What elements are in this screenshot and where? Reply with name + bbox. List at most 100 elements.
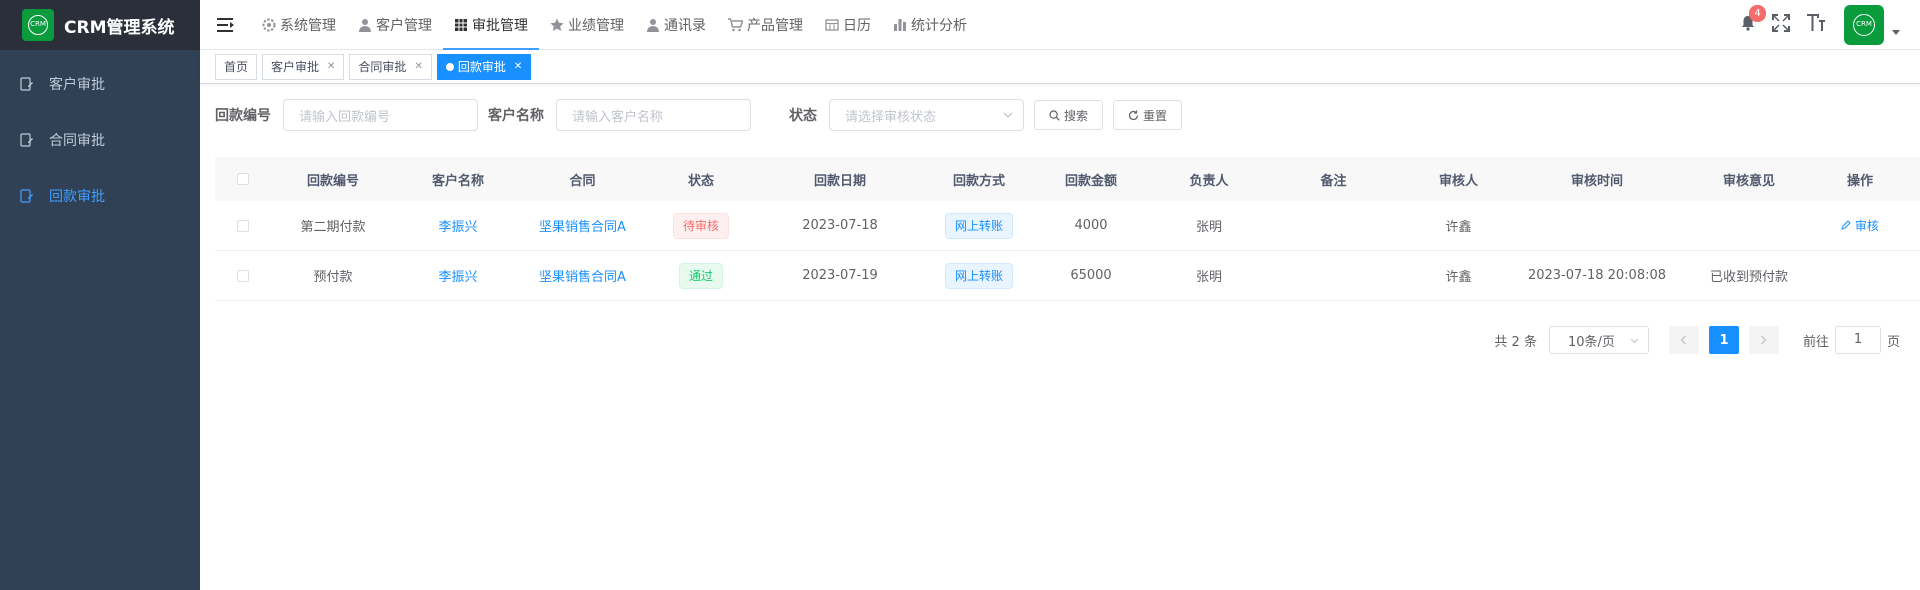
status-label: 状态 — [789, 108, 817, 124]
fullscreen-icon — [1772, 14, 1790, 32]
notification-button[interactable]: 4 — [1740, 5, 1766, 35]
approval-doc-icon — [20, 133, 33, 147]
main-area: 系统管理 客户管理 审批管理 业绩管理 通讯录 产品管理 日历 统计分析 4 C… — [200, 0, 1920, 590]
topnav-label: 通讯录 — [664, 17, 706, 34]
topnav-label: 客户管理 — [376, 17, 432, 34]
prev-page-button[interactable] — [1668, 326, 1699, 354]
payment-method-tag: 网上转账 — [944, 212, 1013, 239]
customer-link[interactable]: 李振兴 — [396, 216, 520, 235]
customer-link[interactable]: 李振兴 — [396, 266, 520, 285]
col-header: 回款方式 — [952, 173, 1005, 189]
topnav-system[interactable]: 系统管理 — [251, 0, 347, 50]
col-header: 回款编号 — [306, 173, 359, 189]
col-header: 负责人 — [1189, 173, 1229, 189]
avatar-text: CRM — [1853, 14, 1875, 36]
right-menu: 4 CRM — [1740, 0, 1920, 50]
avatar[interactable]: CRM — [1844, 5, 1884, 45]
goto-page-input[interactable]: 1 — [1834, 326, 1881, 354]
page-number-button[interactable]: 1 — [1708, 326, 1739, 354]
topnav-customer[interactable]: 客户管理 — [347, 0, 443, 50]
cell-opinion: 已收到预付款 — [1709, 270, 1788, 285]
pagination: 共 2 条 10条/页 1 前往 1 页 — [1494, 326, 1900, 354]
payment-no-input[interactable]: 请输入回款编号 — [283, 99, 478, 131]
chevron-right-icon — [1761, 335, 1767, 345]
topnav-product[interactable]: 产品管理 — [717, 0, 814, 50]
close-icon[interactable]: ✕ — [414, 61, 422, 72]
cell-method: 网上转账 — [923, 212, 1035, 239]
topnav-label: 审批管理 — [472, 17, 528, 34]
search-button[interactable]: 搜索 — [1034, 100, 1104, 130]
bar-chart-icon — [894, 18, 906, 31]
chevron-down-icon — [1630, 338, 1639, 344]
page-size-select[interactable]: 10条/页 — [1548, 326, 1649, 354]
sidebar: CRM CRM管理系统 客户审批 合同审批 回款审批 — [0, 0, 200, 590]
close-icon[interactable]: ✕ — [514, 61, 522, 72]
tag-customer-approval[interactable]: 客户审批 ✕ — [262, 53, 345, 80]
customer-placeholder: 请输入客户名称 — [572, 109, 664, 125]
user-icon — [359, 18, 371, 32]
row-checkbox[interactable] — [236, 269, 249, 282]
topnav-performance[interactable]: 业绩管理 — [539, 0, 635, 50]
top-navbar: 系统管理 客户管理 审批管理 业绩管理 通讯录 产品管理 日历 统计分析 4 C… — [200, 0, 1920, 50]
col-header: 审核人 — [1438, 173, 1478, 189]
chevron-down-icon[interactable] — [1892, 29, 1900, 35]
tag-payment-approval[interactable]: 回款审批 ✕ — [436, 53, 532, 80]
cell-status: 待审核 — [645, 212, 757, 239]
sidebar-item-label: 合同审批 — [49, 133, 105, 149]
cell-amount: 4000 — [1074, 218, 1108, 233]
col-header: 回款日期 — [813, 173, 866, 189]
select-all-checkbox[interactable] — [236, 173, 249, 185]
reset-button[interactable]: 重置 — [1113, 100, 1183, 130]
tag-contract-approval[interactable]: 合同审批 ✕ — [349, 53, 432, 80]
tag-label: 回款审批 — [457, 60, 506, 74]
col-header: 备注 — [1320, 173, 1347, 189]
logo[interactable]: CRM CRM管理系统 — [0, 0, 200, 50]
col-header: 客户名称 — [431, 173, 484, 189]
audit-button[interactable]: 审核 — [1825, 217, 1895, 234]
cell-amount: 65000 — [1070, 268, 1112, 283]
sidebar-item-contract-approval[interactable]: 合同审批 — [0, 112, 200, 168]
tag-home[interactable]: 首页 — [215, 53, 258, 80]
topnav-calendar[interactable]: 日历 — [814, 0, 882, 50]
payment-method-tag: 网上转账 — [944, 262, 1013, 289]
cart-icon — [728, 17, 743, 31]
star-icon — [550, 18, 564, 31]
topnav-label: 日历 — [843, 17, 871, 34]
payment-approval-table: 回款编号 客户名称 合同 状态 回款日期 回款方式 回款金额 负责人 备注 审核… — [215, 157, 1920, 301]
top-menu: 系统管理 客户管理 审批管理 业绩管理 通讯录 产品管理 日历 统计分析 — [251, 0, 978, 50]
hamburger-icon[interactable] — [217, 17, 235, 33]
contract-link[interactable]: 坚果销售合同A — [520, 266, 645, 285]
search-button-label: 搜索 — [1064, 108, 1089, 123]
audit-button-label: 审核 — [1854, 219, 1879, 233]
topnav-statistics[interactable]: 统计分析 — [882, 0, 978, 50]
col-header: 审核时间 — [1570, 173, 1623, 189]
row-select-cell — [215, 218, 270, 233]
col-header: 操作 — [1846, 173, 1873, 189]
page-suffix: 页 — [1886, 334, 1900, 350]
topnav-label: 统计分析 — [911, 17, 967, 34]
topnav-contacts[interactable]: 通讯录 — [635, 0, 717, 50]
goto-label: 前往 — [1802, 334, 1829, 350]
table-row: 第二期付款 李振兴 坚果销售合同A 待审核 2023-07-18 网上转账 40… — [215, 201, 1920, 251]
fullscreen-button[interactable] — [1772, 14, 1790, 36]
edit-icon — [1841, 220, 1851, 230]
sidebar-item-customer-approval[interactable]: 客户审批 — [0, 56, 200, 112]
font-size-button[interactable] — [1806, 14, 1826, 36]
contract-link[interactable]: 坚果销售合同A — [520, 216, 645, 235]
row-checkbox[interactable] — [236, 219, 249, 232]
logo-icon: CRM — [22, 9, 54, 41]
status-select[interactable]: 请选择审核状态 — [829, 99, 1024, 131]
tag-label: 合同审批 — [358, 60, 407, 74]
topnav-approval[interactable]: 审批管理 — [443, 0, 539, 50]
chevron-down-icon — [1003, 112, 1013, 118]
cell-method: 网上转账 — [923, 262, 1035, 289]
close-icon[interactable]: ✕ — [327, 61, 335, 72]
sidebar-item-payment-approval[interactable]: 回款审批 — [0, 168, 200, 224]
cell-status: 通过 — [645, 262, 757, 289]
next-page-button[interactable] — [1748, 326, 1779, 354]
customer-input[interactable]: 请输入客户名称 — [556, 99, 751, 131]
select-all-cell — [215, 172, 270, 187]
col-header: 审核意见 — [1722, 173, 1775, 189]
chevron-left-icon — [1681, 335, 1687, 345]
gear-icon — [262, 18, 276, 31]
